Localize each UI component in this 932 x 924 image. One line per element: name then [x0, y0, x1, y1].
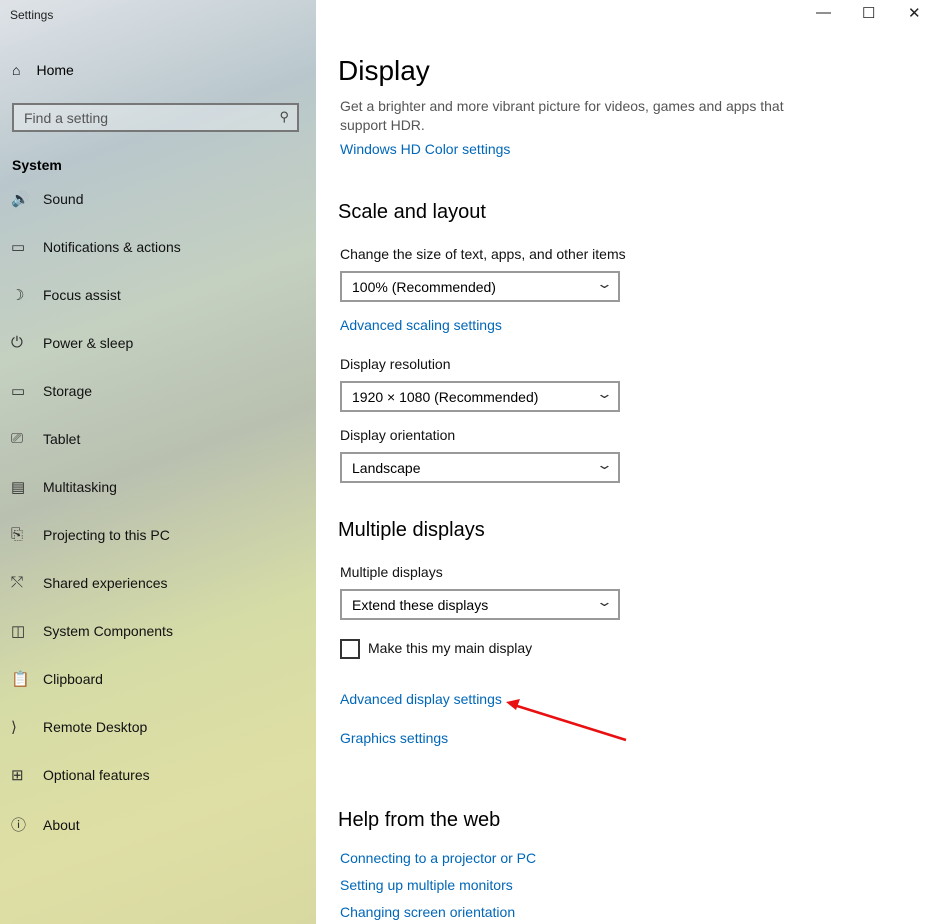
info-icon: ⓘ [11, 817, 27, 834]
help-link[interactable]: Connecting to a projector or PC [340, 850, 536, 866]
multiple-displays-heading: Multiple displays [338, 519, 485, 541]
label: Power & sleep [43, 334, 134, 351]
tablet-icon: ⎚ [11, 430, 24, 447]
value: 1920 × 1080 (Recommended) [352, 389, 539, 405]
multiple-displays-dropdown[interactable]: Extend these displays ⌄ [340, 589, 620, 620]
scale-label: Change the size of text, apps, and other… [340, 246, 626, 262]
label: Optional features [43, 767, 150, 783]
components-icon: ◫ [11, 623, 26, 640]
main-display-checkbox[interactable] [340, 639, 360, 659]
clipboard-icon: 📋 [11, 671, 30, 688]
chevron-down-icon: ⌄ [595, 457, 614, 472]
resolution-label: Display resolution [340, 356, 451, 372]
search-icon: ⚲ [279, 109, 289, 124]
home-icon: ⌂ [12, 62, 21, 78]
value: Extend these displays [352, 597, 489, 613]
section-title: System [12, 157, 62, 173]
main-content: — ☐ ✕ Display Get a brighter and more vi… [316, 0, 932, 924]
sidebar-item-clipboard[interactable]: 📋 Clipboard [11, 670, 103, 688]
orientation-dropdown[interactable]: Landscape ⌄ [340, 452, 620, 483]
chevron-down-icon: ⌄ [595, 594, 614, 609]
value: 100% (Recommended) [352, 279, 496, 295]
annotation-arrow [506, 699, 627, 742]
sidebar-item-shared[interactable]: ⤲ Shared experiences [11, 574, 168, 591]
storage-icon: ▭ [11, 383, 26, 400]
advanced-display-link[interactable]: Advanced display settings [340, 691, 502, 707]
sidebar-item-storage[interactable]: ▭ Storage [11, 382, 92, 400]
label: Storage [43, 383, 93, 399]
help-link[interactable]: Setting up multiple monitors [340, 877, 513, 893]
sidebar: Settings ⌂ Home Find a setting ⚲ System 🔊 S… [0, 0, 316, 924]
label: Sound [43, 191, 84, 207]
close-button[interactable]: ✕ [908, 4, 921, 22]
orientation-label: Display orientation [340, 427, 456, 443]
maximize-button[interactable]: ☐ [862, 4, 875, 22]
page-title: Display [338, 55, 430, 86]
main-display-label: Make this my main display [368, 640, 533, 656]
value: Landscape [352, 460, 421, 476]
shared-icon: ⤲ [11, 574, 24, 591]
sidebar-item-power[interactable]: ⏻ Power & sleep [11, 334, 133, 351]
optional-features-icon: ⊞ [11, 767, 24, 784]
scale-dropdown[interactable]: 100% (Recommended) ⌄ [340, 271, 620, 302]
sidebar-item-optional[interactable]: ⊞ Optional features [11, 766, 150, 784]
scale-heading: Scale and layout [338, 201, 486, 223]
label: Remote Desktop [43, 719, 148, 735]
minimize-button[interactable]: — [816, 4, 831, 21]
multitasking-icon: ▤ [11, 479, 26, 496]
sidebar-item-focus-assist[interactable]: ☽ Focus assist [11, 286, 121, 304]
sidebar-home[interactable]: ⌂ Home [12, 62, 74, 78]
label: System Components [43, 623, 173, 639]
chevron-down-icon: ⌄ [595, 276, 614, 291]
label: About [43, 816, 80, 833]
label: Shared experiences [43, 574, 168, 591]
hdr-description: Get a brighter and more vibrant picture … [340, 98, 784, 133]
graphics-settings-link[interactable]: Graphics settings [340, 730, 448, 746]
sidebar-item-multitasking[interactable]: ▤ Multitasking [11, 478, 117, 496]
hd-color-link[interactable]: Windows HD Color settings [340, 141, 510, 157]
power-icon: ⏻ [11, 334, 23, 351]
sidebar-item-projecting[interactable]: ⎘ Projecting to this PC [11, 526, 170, 543]
search-placeholder: Find a setting [24, 110, 109, 126]
help-link[interactable]: Changing screen orientation [340, 904, 515, 920]
label: Projecting to this PC [43, 526, 170, 543]
label: Focus assist [43, 287, 121, 303]
search-input[interactable]: Find a setting ⚲ [12, 103, 299, 132]
app-title: Settings [10, 8, 54, 22]
chevron-down-icon: ⌄ [595, 386, 614, 401]
moon-icon: ☽ [11, 287, 25, 304]
sidebar-item-notifications[interactable]: ▭ Notifications & actions [11, 238, 181, 256]
speaker-icon: 🔊 [11, 191, 30, 208]
label: Clipboard [43, 671, 103, 687]
sidebar-item-components[interactable]: ◫ System Components [11, 622, 173, 640]
sidebar-item-tablet[interactable]: ⎚ Tablet [11, 430, 80, 447]
help-heading: Help from the web [338, 809, 501, 831]
label: Tablet [43, 430, 81, 447]
label: Multitasking [43, 479, 117, 495]
projecting-icon: ⎘ [11, 526, 24, 543]
advanced-scaling-link[interactable]: Advanced scaling settings [340, 317, 502, 333]
sidebar-item-sound[interactable]: 🔊 Sound [11, 190, 83, 208]
label: Notifications & actions [43, 239, 181, 255]
sidebar-item-remote-desktop[interactable]: ⟩ Remote Desktop [11, 718, 147, 736]
notification-icon: ▭ [11, 239, 26, 256]
resolution-dropdown[interactable]: 1920 × 1080 (Recommended) ⌄ [340, 381, 620, 412]
remote-desktop-icon: ⟩ [11, 719, 17, 736]
home-label: Home [36, 62, 74, 78]
multiple-displays-label: Multiple displays [340, 564, 443, 580]
nav-list: 🔊 Sound ▭ Notifications & actions ☽ Focus a… [0, 180, 316, 924]
sidebar-item-about[interactable]: ⓘ About [11, 814, 80, 835]
